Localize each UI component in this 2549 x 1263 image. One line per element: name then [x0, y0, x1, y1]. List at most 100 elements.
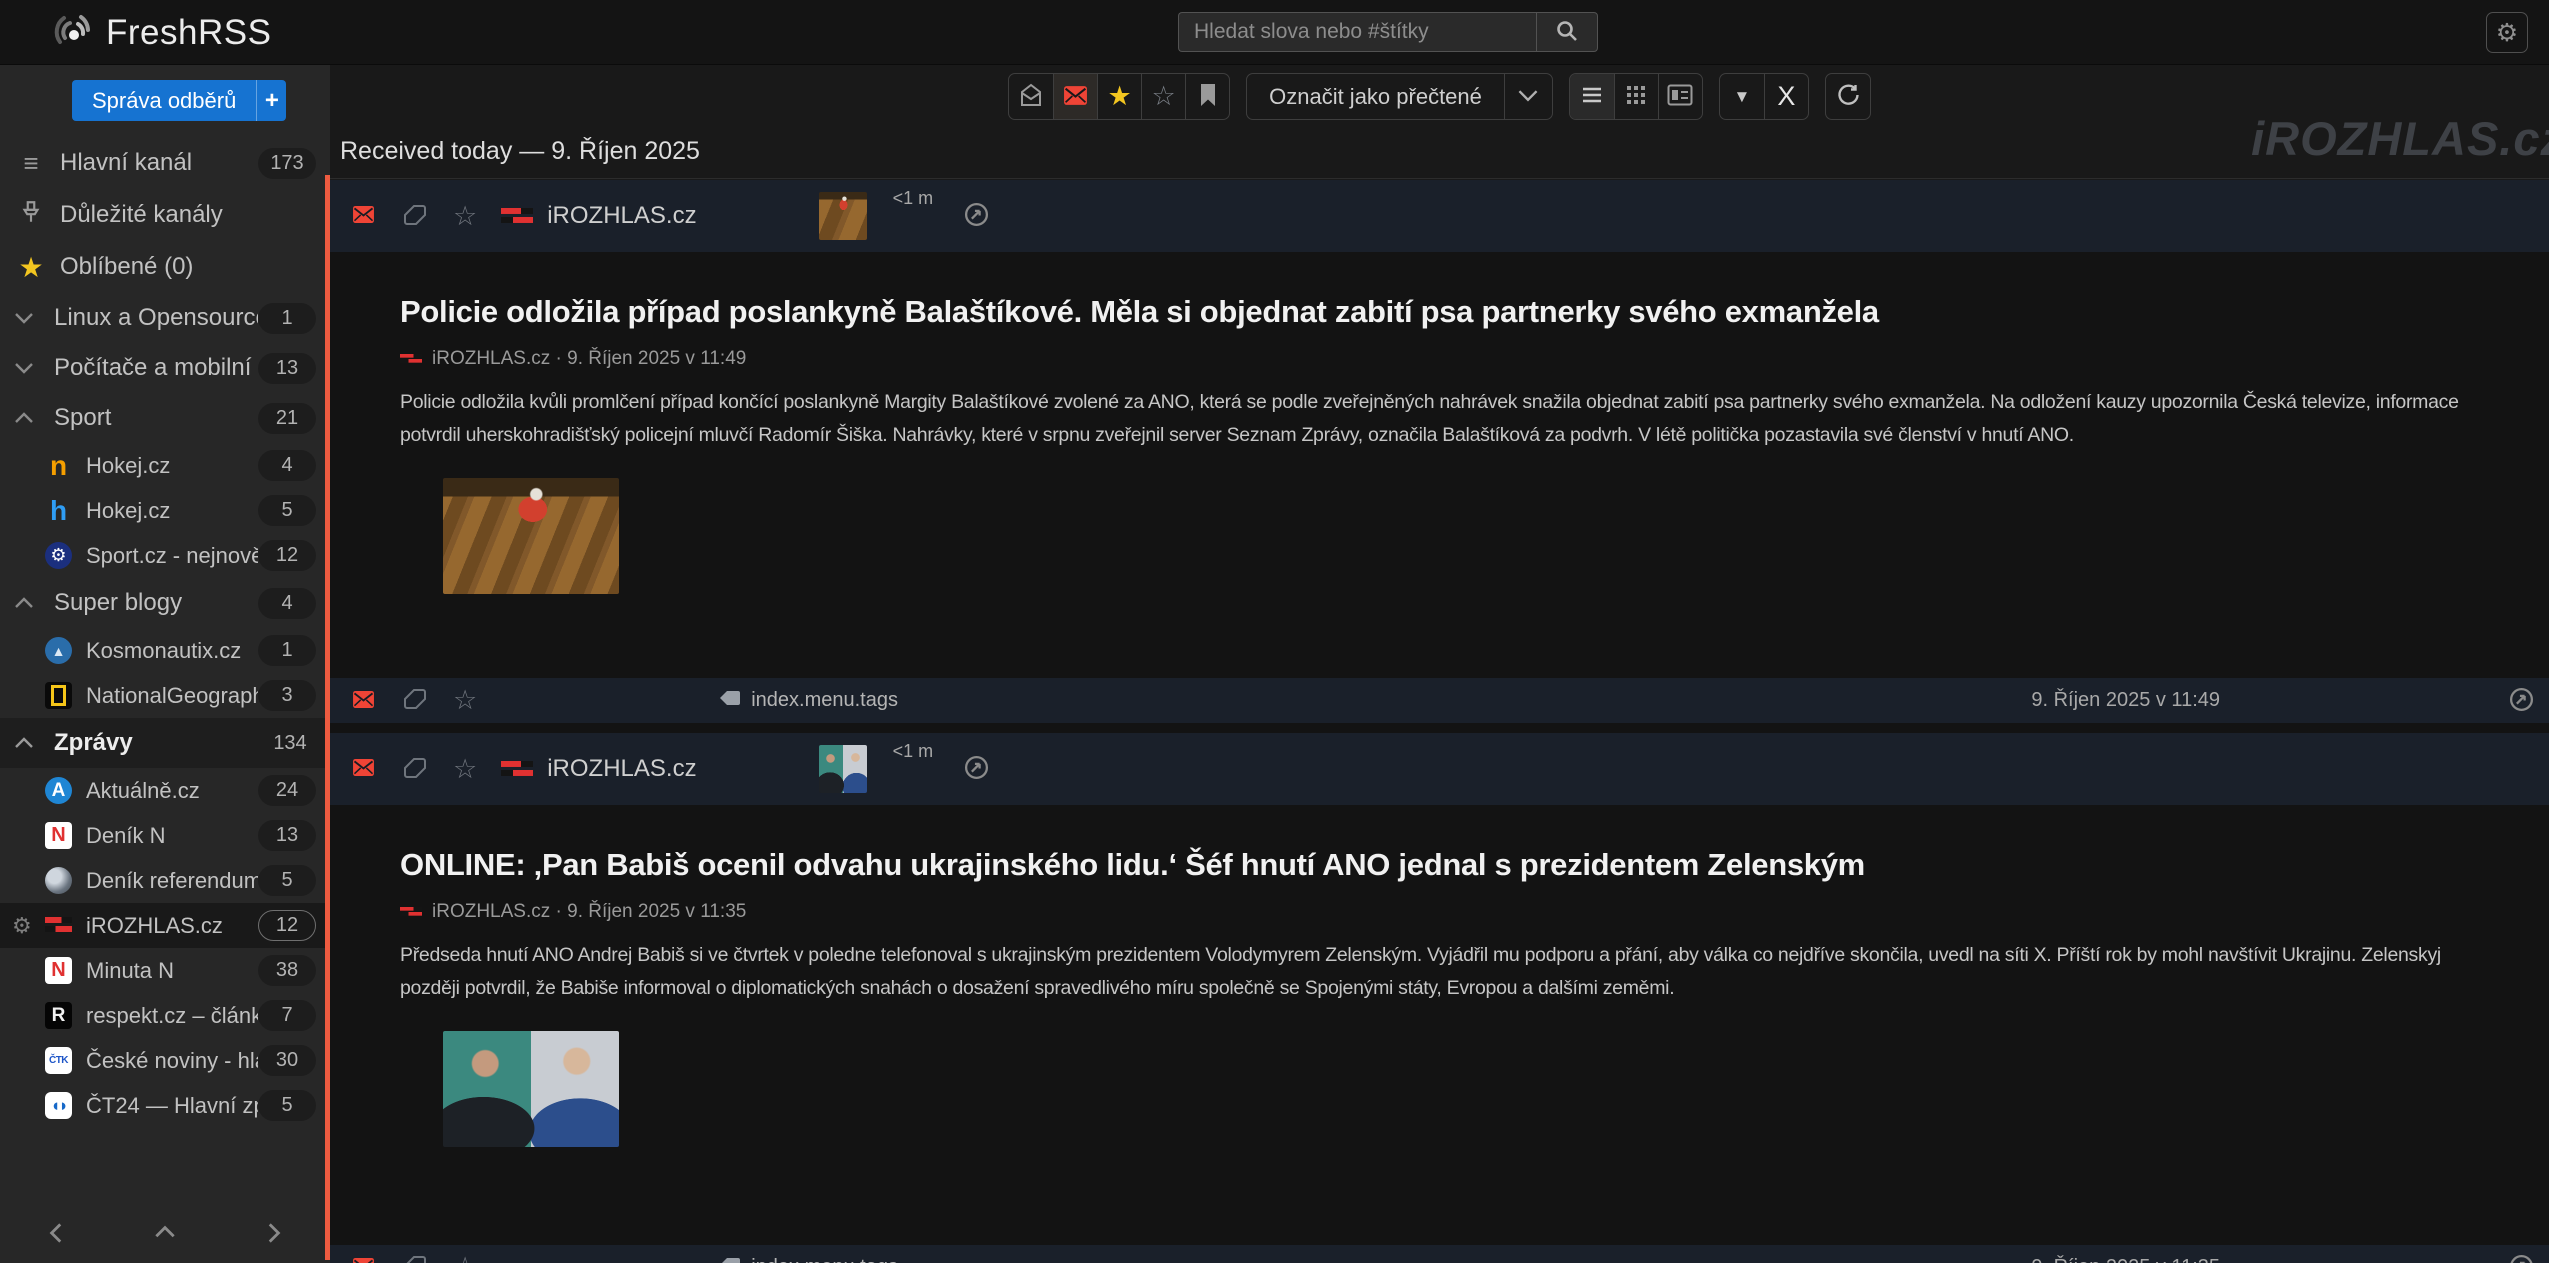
mark-unread-button[interactable]: [352, 690, 375, 712]
filter-not-favorites-button[interactable]: ☆: [1141, 74, 1185, 119]
article-footer-row[interactable]: ☆ index.menu.tags 9. Říjen 2025 v 11:49: [330, 678, 2549, 723]
chevron-up-icon[interactable]: [14, 411, 40, 425]
article-footer-row[interactable]: ☆ index.menu.tags 9. Říjen 2025 v 11:35: [330, 1245, 2549, 1263]
sidebar-feed-ceske-noviny[interactable]: ČTK České noviny - hlavní u... 30: [0, 1038, 330, 1083]
search-button[interactable]: [1536, 12, 1598, 52]
sort-desc-button[interactable]: ▼: [1720, 74, 1764, 119]
sidebar-feed-hokej-1[interactable]: n Hokej.cz 4: [0, 443, 330, 488]
topbar: FreshRSS ⚙: [0, 0, 2549, 65]
sidebar-feed-denik-n[interactable]: N Deník N 13: [0, 813, 330, 858]
tags-chip[interactable]: index.menu.tags: [719, 1256, 898, 1263]
article-meta-text: iROZHLAS.cz · 9. Říjen 2025 v 11:35: [432, 901, 746, 923]
article-excerpt: Policie odložila kvůli promlčení případ …: [400, 386, 2492, 452]
refresh-button[interactable]: [1826, 74, 1870, 119]
sidebar-category-super-blogy[interactable]: Super blogy 4: [0, 578, 330, 628]
sidebar-feed-irozhlas[interactable]: ⚙ iROZHLAS.cz 12: [0, 903, 330, 948]
freshrss-logo-icon: [50, 8, 94, 57]
article-meta-text: iROZHLAS.cz · 9. Říjen 2025 v 11:49: [432, 348, 746, 370]
article-title[interactable]: ONLINE: ‚Pan Babiš ocenil odvahu ukrajin…: [400, 847, 2489, 883]
nav-next-button[interactable]: [260, 1220, 286, 1249]
envelope-icon: [1063, 85, 1088, 109]
feed-favicon: [501, 756, 533, 782]
sidebar-feed-hokej-2[interactable]: h Hokej.cz 5: [0, 488, 330, 533]
sidebar-item-main-stream[interactable]: ≡ Hlavní kanál 173: [0, 137, 330, 189]
article-header-row[interactable]: ☆ iROZHLAS.cz <1 m: [330, 180, 2549, 252]
sidebar-item-favorites[interactable]: ★ Oblíbené (0): [0, 241, 330, 293]
envelope-icon: [352, 758, 375, 780]
sidebar-feed-label: Sport.cz - nejnovější čl...: [86, 543, 258, 569]
filter-favorites-button[interactable]: ★: [1097, 74, 1141, 119]
sidebar-feed-label: respekt.cz – články: [86, 1003, 258, 1029]
search-input[interactable]: [1178, 12, 1536, 52]
manage-subscriptions-button[interactable]: Správa odběrů: [72, 80, 256, 121]
envelope-open-icon: [1019, 82, 1043, 111]
nav-prev-button[interactable]: [44, 1220, 70, 1249]
favorite-button[interactable]: ☆: [453, 1252, 477, 1263]
sidebar-feed-sportcz[interactable]: ⚙ Sport.cz - nejnovější čl... 12: [0, 533, 330, 578]
sidebar-feed-natgeo[interactable]: NationalGeographic.cz 3: [0, 673, 330, 718]
mark-read-group: Označit jako přečtené: [1246, 73, 1553, 120]
tags-chip[interactable]: index.menu.tags: [719, 689, 898, 712]
settings-button[interactable]: ⚙: [2486, 12, 2528, 53]
share-button[interactable]: [963, 754, 990, 784]
filter-all-button[interactable]: [1009, 74, 1053, 119]
sidebar-feed-respekt[interactable]: R respekt.cz – články 7: [0, 993, 330, 1038]
sidebar-feed-denik-referendum[interactable]: Deník referendum 5: [0, 858, 330, 903]
favorite-button[interactable]: ☆: [453, 685, 477, 716]
article-image[interactable]: [443, 478, 619, 594]
sort-group: ▼ X: [1719, 73, 1809, 120]
sidebar-category-sport[interactable]: Sport 21: [0, 393, 330, 443]
article-header-row[interactable]: ☆ iROZHLAS.cz <1 m: [330, 733, 2549, 805]
mark-unread-button[interactable]: [352, 758, 375, 780]
chevron-up-icon[interactable]: [14, 596, 40, 610]
sidebar-category-label: Super blogy: [54, 589, 258, 617]
share-button[interactable]: [2508, 686, 2535, 716]
label-button[interactable]: [403, 1255, 427, 1263]
label-button[interactable]: [403, 204, 427, 229]
nav-top-button[interactable]: [152, 1220, 178, 1249]
tag-filled-icon: [719, 1256, 741, 1263]
sidebar-feed-aktualne[interactable]: A Aktuálně.cz 24: [0, 768, 330, 813]
mark-unread-button[interactable]: [352, 1257, 375, 1263]
chevron-up-icon[interactable]: [14, 736, 40, 750]
feed-favicon: N: [45, 822, 72, 849]
label-button[interactable]: [403, 757, 427, 782]
mark-unread-button[interactable]: [352, 205, 375, 227]
unread-badge: 7: [258, 1000, 316, 1031]
filter-bookmark-button[interactable]: [1185, 74, 1229, 119]
chevron-down-icon: [1517, 88, 1539, 106]
pin-icon: [14, 199, 48, 232]
favorite-button[interactable]: ☆: [453, 201, 477, 232]
sidebar-category-computers[interactable]: Počítače a mobilní tel... 13: [0, 343, 330, 393]
add-subscription-button[interactable]: +: [256, 80, 286, 121]
favorite-button[interactable]: ☆: [453, 754, 477, 785]
mark-as-read-button[interactable]: Označit jako přečtené: [1247, 74, 1504, 119]
share-button[interactable]: [2508, 1253, 2535, 1263]
app-logo[interactable]: FreshRSS: [50, 8, 271, 57]
share-button[interactable]: [963, 201, 990, 231]
article-meta: iROZHLAS.cz · 9. Říjen 2025 v 11:49: [400, 348, 2489, 370]
cancel-button[interactable]: X: [1764, 74, 1808, 119]
feed-favicon: [45, 682, 72, 709]
sidebar-item-important-feeds[interactable]: Důležité kanály: [0, 189, 330, 241]
feed-name: iROZHLAS.cz: [547, 755, 696, 783]
gear-icon[interactable]: ⚙: [12, 913, 32, 939]
article-image[interactable]: [443, 1031, 619, 1147]
list-view-button[interactable]: [1570, 74, 1614, 119]
label-button[interactable]: [403, 688, 427, 713]
reader-view-button[interactable]: [1658, 74, 1702, 119]
sidebar-category-linux[interactable]: Linux a Opensource 1: [0, 293, 330, 343]
sidebar-feed-kosmonautix[interactable]: ▲ Kosmonautix.cz 1: [0, 628, 330, 673]
sidebar-category-zpravy[interactable]: Zprávy 134: [0, 718, 330, 768]
sidebar-feed-minuta-n[interactable]: N Minuta N 38: [0, 948, 330, 993]
chevron-down-icon[interactable]: [14, 311, 40, 325]
menu-icon: ≡: [14, 148, 48, 179]
article-title[interactable]: Policie odložila případ poslankyně Balaš…: [400, 294, 2489, 330]
sidebar-feed-ct24[interactable]: ◖◗ ČT24 — Hlavní zprávy 5: [0, 1083, 330, 1128]
article-date: 9. Říjen 2025 v 11:49: [2031, 689, 2220, 712]
list-view-icon: [1581, 86, 1603, 107]
grid-view-button[interactable]: [1614, 74, 1658, 119]
filter-unread-button[interactable]: [1053, 74, 1097, 119]
chevron-down-icon[interactable]: [14, 361, 40, 375]
mark-as-read-dropdown[interactable]: [1504, 74, 1552, 119]
